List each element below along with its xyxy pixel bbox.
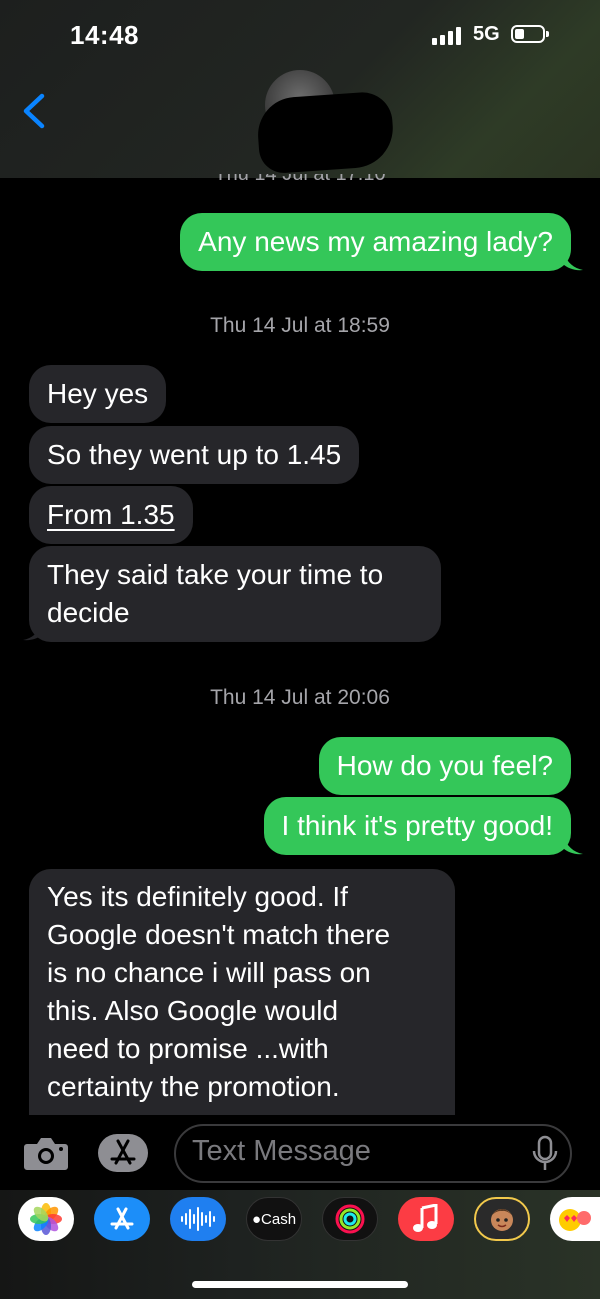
message-line: Yes its definitely good. If <box>47 881 348 912</box>
camera-icon[interactable] <box>23 1134 69 1172</box>
received-message[interactable]: They said take your time to decide <box>29 546 441 642</box>
sent-message[interactable]: I think it's pretty good! <box>263 797 571 855</box>
bubble-tail <box>563 836 583 855</box>
signal-icon <box>432 27 466 45</box>
activity-app-icon[interactable] <box>322 1197 378 1241</box>
message-line: need to promise ...with <box>47 1033 329 1064</box>
message-line: decide <box>47 597 130 628</box>
network-type: 5G <box>473 23 500 45</box>
status-bar: 14:48 5G <box>0 0 600 60</box>
music-app-icon[interactable] <box>398 1197 454 1241</box>
home-indicator[interactable] <box>192 1281 408 1288</box>
bubble-tail <box>23 622 43 641</box>
battery-icon <box>511 25 549 43</box>
message-line: certainty the promotion. <box>47 1071 340 1102</box>
input-placeholder: Text Message <box>192 1135 371 1167</box>
app-store-icon[interactable] <box>97 1133 149 1173</box>
received-message[interactable]: Yes its definitely good. If Google doesn… <box>29 869 455 1115</box>
memoji-icon[interactable] <box>474 1197 530 1241</box>
received-message[interactable]: From 1.35 <box>29 486 193 544</box>
app-store-app-icon[interactable] <box>94 1197 150 1241</box>
timestamp: Thu 14 Jul at 20:06 <box>210 686 390 709</box>
number-link[interactable]: From 1.35 <box>47 499 175 530</box>
back-chevron-icon[interactable] <box>18 92 52 130</box>
bubble-tail <box>563 252 583 271</box>
status-time: 14:48 <box>70 20 139 50</box>
message-line: is no chance i will pass on <box>47 957 371 988</box>
sent-message[interactable]: How do you feel? <box>318 737 571 795</box>
received-message[interactable]: Hey yes <box>29 365 167 423</box>
timestamp: Thu 14 Jul at 18:59 <box>210 314 390 337</box>
message-line: Google doesn't match there <box>47 919 391 950</box>
received-message[interactable]: So they went up to 1.45 <box>29 426 360 484</box>
message-line: this. Also Google would <box>47 995 339 1026</box>
microphone-icon[interactable] <box>530 1134 560 1174</box>
audio-message-icon[interactable] <box>170 1197 226 1241</box>
cash-label: ●Cash <box>251 1210 297 1228</box>
sent-message[interactable]: Any news my amazing lady? <box>180 213 571 271</box>
animoji-sticker-icon[interactable] <box>550 1197 600 1241</box>
timestamp-clipped: Thu 14 Jul at 17:10 <box>214 174 386 185</box>
message-line: They said take your time to <box>47 559 384 590</box>
apple-cash-icon[interactable]: ●Cash <box>246 1197 302 1241</box>
photos-app-icon[interactable] <box>18 1197 74 1241</box>
